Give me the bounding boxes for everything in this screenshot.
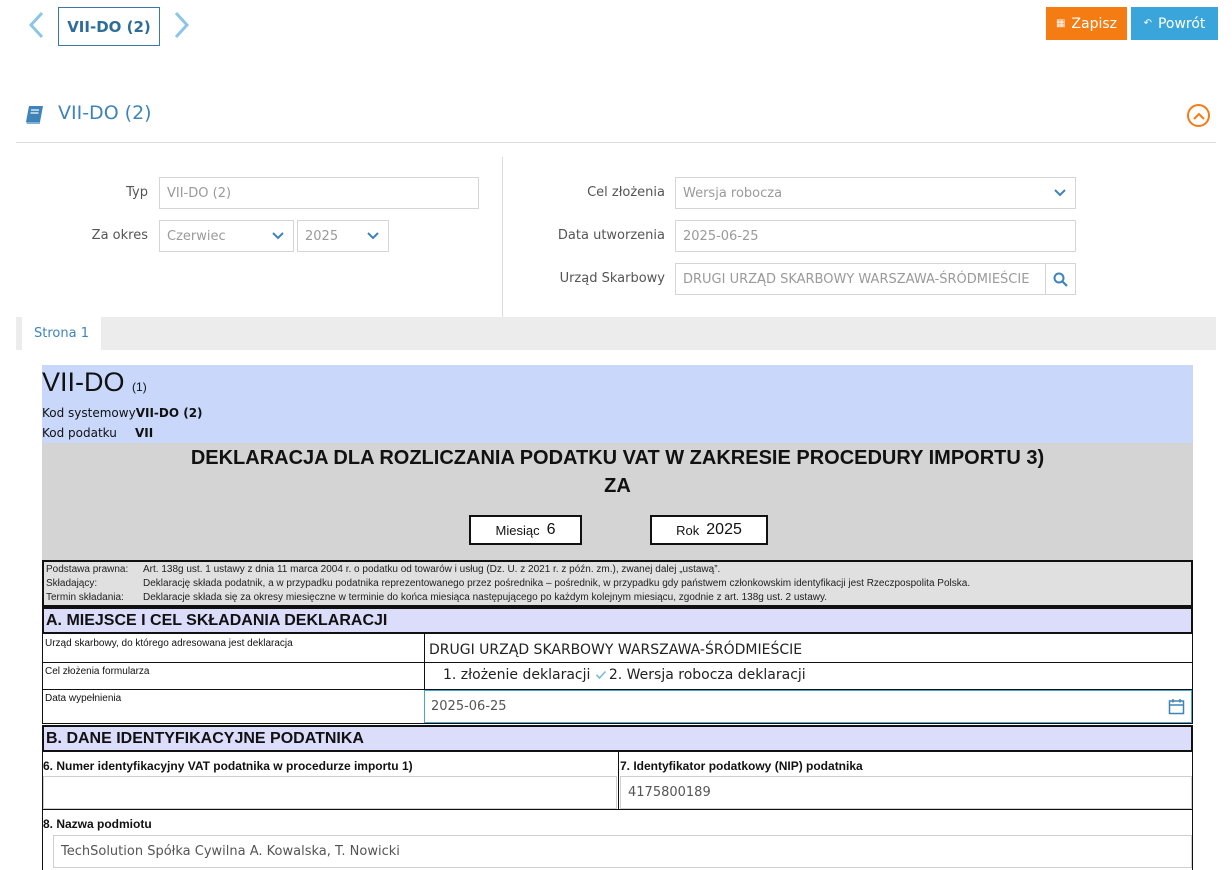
tab-strona-1[interactable]: Strona 1	[22, 317, 101, 350]
month-box: Miesiąc 6	[469, 515, 582, 545]
current-document-tab[interactable]: VII-DO (2)	[58, 7, 160, 46]
field8-label: 8. Nazwa podmiotu	[43, 817, 152, 831]
next-arrow-icon[interactable]	[171, 8, 191, 42]
book-icon	[24, 104, 46, 130]
okres-label: Za okres	[91, 228, 148, 243]
legal-basis: Podstawa prawna: Art. 138g ust. 1 ustawy …	[42, 560, 1193, 607]
cel-row-label: Cel złożenia formularza	[45, 666, 150, 677]
cel-value: Wersja robocza	[683, 185, 783, 201]
field6-label: 6. Numer identyfikacyjny VAT podatnika w…	[43, 759, 413, 773]
declaration-title: DEKLARACJA DLA ROZLICZANIA PODATKU VAT W…	[42, 444, 1193, 500]
urzad-label: Urząd Skarbowy	[559, 271, 665, 286]
legal-row: Termin składania: Deklaracje składa się z…	[46, 591, 1189, 605]
checkmark-icon	[595, 670, 606, 680]
legal-row: Składający: Deklarację składa podatnik, a…	[46, 577, 1189, 591]
cel-label: Cel złożenia	[587, 185, 665, 200]
cel-option-1-label: 1. złożenie deklaracji	[443, 667, 591, 683]
year-select[interactable]: 2025	[297, 220, 389, 252]
typ-field: VII-DO (2)	[159, 177, 479, 209]
year-box: Rok 2025	[650, 515, 768, 545]
section-b-header: B. DANE IDENTYFIKACYJNE PODATNIKA	[42, 725, 1193, 752]
back-label: Powrót	[1157, 15, 1206, 32]
urzad-row: Urząd skarbowy, do którego adresowana je…	[42, 634, 1193, 663]
section-a-header: A. MIEJSCE I CEL SKŁADANIA DEKLARACJI	[42, 607, 1193, 634]
form-code-text: VII-DO	[42, 367, 125, 397]
urzad-row-value: DRUGI URZĄD SKARBOWY WARSZAWA-ŚRÓDMIEŚCI…	[429, 642, 803, 658]
back-icon: ↶	[1143, 18, 1152, 29]
typ-label: Typ	[126, 185, 148, 200]
form-header	[42, 365, 1193, 443]
date-input[interactable]: 2025-06-25	[424, 690, 1192, 723]
cel-option-2[interactable]: 2. Wersja robocza deklaracji	[595, 667, 806, 683]
kod-systemowy-value: VII-DO (2)	[135, 406, 203, 420]
chevron-down-icon	[1054, 189, 1066, 197]
urzad-value: DRUGI URZĄD SKARBOWY WARSZAWA-ŚRÓDMIEŚCI…	[683, 271, 1030, 287]
form-code: VII-DO (1)	[42, 367, 147, 398]
legal-key: Podstawa prawna:	[46, 564, 129, 575]
month-select[interactable]: Czerwiec	[159, 220, 294, 252]
save-icon: ▦	[1055, 18, 1066, 29]
field7-label: 7. Identyfikator podatkowy (NIP) podatni…	[620, 759, 863, 773]
date-input-value: 2025-06-25	[431, 699, 507, 714]
field8-input[interactable]: TechSolution Spółka Cywilna A. Kowalska,…	[53, 835, 1192, 868]
legal-key: Termin składania:	[46, 592, 124, 603]
month-box-label: Miesiąc	[495, 522, 540, 538]
save-button[interactable]: ▦ Zapisz	[1046, 7, 1127, 40]
divider	[618, 752, 619, 809]
field6-input[interactable]	[43, 776, 617, 809]
kod-systemowy-label: Kod systemowy	[42, 406, 136, 420]
legal-value: Art. 138g ust. 1 ustawy z dnia 11 marca …	[143, 564, 721, 575]
urzad-row-label: Urząd skarbowy, do którego adresowana je…	[45, 638, 293, 649]
divider	[16, 142, 1216, 143]
month-value: Czerwiec	[167, 228, 226, 244]
year-box-value: 2025	[706, 521, 742, 538]
legal-value: Deklarację składa podatnik, a w przypadk…	[143, 578, 971, 589]
cel-options: 1. złożenie deklaracji 2. Wersja robocza…	[429, 667, 806, 685]
divider	[502, 157, 503, 317]
save-label: Zapisz	[1071, 15, 1118, 32]
cel-option-2-label: 2. Wersja robocza deklaracji	[608, 667, 806, 683]
kod-podatku-label: Kod podatku	[42, 426, 117, 440]
kod-podatku: Kod podatku	[42, 426, 117, 440]
field7-input[interactable]: 4175800189	[620, 776, 1192, 809]
chevron-down-icon	[272, 232, 284, 240]
cel-option-1[interactable]: 1. złożenie deklaracji	[429, 667, 590, 683]
legal-row: Podstawa prawna: Art. 138g ust. 1 ustawy …	[46, 563, 1189, 577]
urzad-field[interactable]: DRUGI URZĄD SKARBOWY WARSZAWA-ŚRÓDMIEŚCI…	[675, 263, 1076, 295]
back-button[interactable]: ↶ Powrót	[1131, 7, 1218, 40]
cel-select[interactable]: Wersja robocza	[675, 177, 1076, 209]
checkbox-empty-icon	[429, 669, 441, 681]
kod-podatku-value: VII	[135, 426, 153, 440]
cel-row: Cel złożenia formularza 1. złożenie dekl…	[42, 663, 1193, 690]
divider	[424, 663, 425, 689]
search-button[interactable]	[1045, 264, 1075, 294]
data-row-label: Data wypełnienia	[45, 693, 122, 704]
tabs-bar	[16, 317, 1216, 350]
data-utworzenia-field: 2025-06-25	[675, 220, 1076, 252]
section-title: VII-DO (2)	[58, 102, 152, 124]
declaration-title-line1: DEKLARACJA DLA ROZLICZANIA PODATKU VAT W…	[190, 447, 1045, 469]
collapse-up-icon[interactable]	[1187, 104, 1210, 127]
search-icon	[1053, 272, 1068, 287]
kod-systemowy: Kod systemowyVII-DO (2)	[42, 406, 203, 420]
legal-value: Deklaracje składa się za okresy miesięcz…	[143, 592, 828, 603]
year-value: 2025	[305, 228, 339, 244]
data-utworzenia-label: Data utworzenia	[557, 228, 665, 243]
kod-podatku-value-text: VII	[135, 426, 154, 440]
declaration-title-line2: ZA	[604, 475, 631, 497]
year-box-label: Rok	[676, 522, 700, 538]
legal-key: Składający:	[46, 578, 98, 589]
chevron-down-icon	[367, 232, 379, 240]
month-box-value: 6	[546, 521, 556, 538]
calendar-icon[interactable]	[1168, 698, 1185, 715]
prev-arrow-icon[interactable]	[27, 8, 47, 42]
form-variant: (1)	[132, 380, 147, 394]
divider	[424, 634, 425, 662]
